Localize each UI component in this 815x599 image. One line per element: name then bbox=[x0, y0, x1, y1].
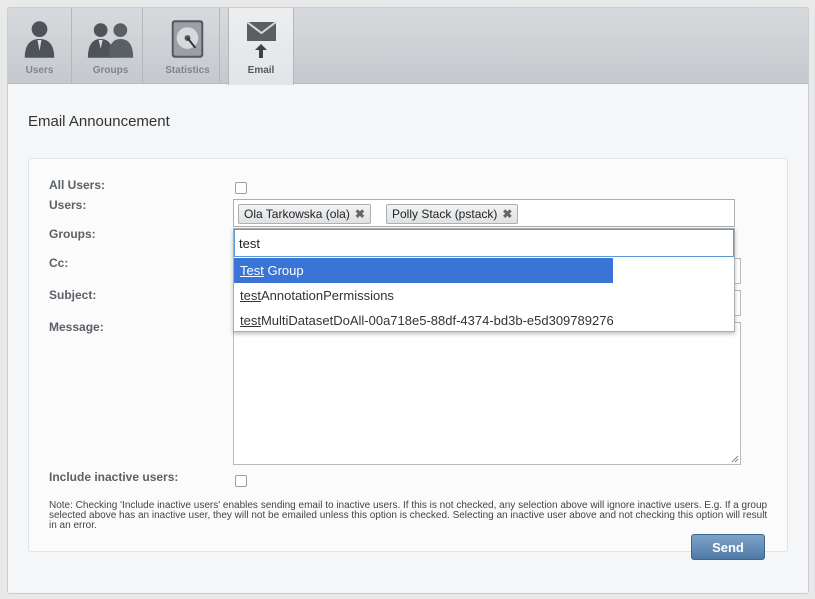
cc-label: Cc: bbox=[49, 256, 69, 270]
user-token: Ola Tarkowska (ola) ✖ bbox=[238, 204, 371, 224]
option-rest: MultiDatasetDoAll-00a718e5-88df-4374-bd3… bbox=[260, 313, 614, 328]
tab-groups-label: Groups bbox=[92, 65, 129, 76]
send-button[interactable]: Send bbox=[691, 534, 765, 560]
user-token: Polly Stack (pstack) ✖ bbox=[386, 204, 519, 224]
option-rest: AnnotationPermissions bbox=[260, 288, 394, 303]
tab-users-label: Users bbox=[25, 65, 54, 76]
remove-token-icon[interactable]: ✖ bbox=[502, 207, 512, 221]
message-label: Message: bbox=[49, 320, 104, 334]
message-textarea[interactable] bbox=[233, 322, 741, 465]
user-token-label: Ola Tarkowska (ola) bbox=[244, 207, 350, 221]
option-match: test bbox=[240, 313, 261, 328]
user-token-label: Polly Stack (pstack) bbox=[392, 207, 498, 221]
group-icon bbox=[87, 23, 134, 58]
users-label: Users: bbox=[49, 198, 87, 212]
page-title: Email Announcement bbox=[28, 113, 170, 130]
dropdown-search-input[interactable]: test bbox=[234, 229, 734, 257]
tab-email[interactable]: Email bbox=[228, 8, 294, 85]
option-rest: Group bbox=[263, 263, 304, 278]
tab-bar: Users Groups Statistics Email bbox=[8, 8, 808, 85]
option-match: Test bbox=[240, 263, 264, 278]
groups-label: Groups: bbox=[49, 227, 96, 241]
subject-label: Subject: bbox=[49, 288, 97, 302]
include-inactive-label: Include inactive users: bbox=[49, 470, 179, 484]
dropdown-option[interactable]: Test Group bbox=[234, 258, 613, 283]
tab-users[interactable]: Users bbox=[8, 8, 72, 84]
tab-email-label: Email bbox=[247, 65, 275, 76]
option-match: test bbox=[240, 288, 261, 303]
all-users-label: All Users: bbox=[49, 178, 106, 192]
hard-drive-icon bbox=[171, 20, 204, 58]
dropdown-option[interactable]: testAnnotationPermissions bbox=[234, 283, 400, 308]
email-form: All Users: Users: Ola Tarkowska (ola) ✖ P… bbox=[28, 158, 788, 560]
admin-window: Users Groups Statistics Email Email Anno… bbox=[7, 7, 809, 594]
users-dropdown: test Test Group testAnnotationPermission… bbox=[233, 228, 735, 332]
resize-handle-icon[interactable] bbox=[731, 455, 739, 463]
tab-statistics[interactable]: Statistics bbox=[156, 8, 220, 84]
remove-token-icon[interactable]: ✖ bbox=[355, 207, 365, 221]
include-inactive-checkbox[interactable] bbox=[235, 475, 247, 487]
tab-statistics-label: Statistics bbox=[165, 65, 210, 76]
dropdown-option[interactable]: testMultiDatasetDoAll-00a718e5-88df-4374… bbox=[234, 308, 620, 333]
tab-groups[interactable]: Groups bbox=[79, 8, 143, 84]
all-users-checkbox[interactable] bbox=[235, 182, 247, 194]
user-icon bbox=[24, 21, 55, 58]
email-icon bbox=[246, 21, 277, 58]
inactive-users-note: Note: Checking 'Include inactive users' … bbox=[49, 500, 768, 531]
users-select[interactable]: Ola Tarkowska (ola) ✖ Polly Stack (pstack… bbox=[233, 199, 735, 227]
